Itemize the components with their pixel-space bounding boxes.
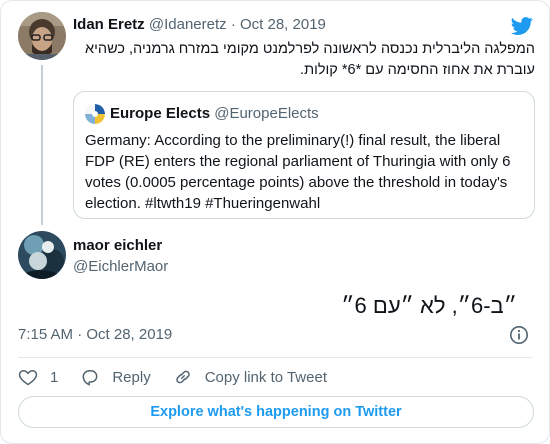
- author-avatar[interactable]: [18, 231, 66, 279]
- parent-tweet-text: המפלגה הליברלית נכנסה לראשונה לפרלמנט מק…: [85, 41, 535, 78]
- quoted-tweet[interactable]: Europe Elects @EuropeElects Germany: Acc…: [73, 91, 535, 219]
- parent-date[interactable]: Oct 28, 2019: [240, 16, 326, 33]
- parent-author-handle[interactable]: @Idaneretz: [149, 16, 227, 33]
- parent-avatar[interactable]: [18, 12, 66, 60]
- parent-avatar-image: [18, 12, 66, 60]
- parent-separator: ·: [230, 16, 236, 33]
- parent-header: Idan Eretz @Idaneretz · Oct 28, 2019: [73, 16, 326, 33]
- thread-line: [41, 65, 43, 225]
- author-name[interactable]: maor eichler: [73, 237, 162, 254]
- like-button[interactable]: 1: [18, 367, 58, 387]
- explore-button[interactable]: Explore what's happening on Twitter: [18, 396, 534, 428]
- tweet-text: ״ב-6״, לא ״עם 6״: [341, 293, 517, 318]
- parent-author-name[interactable]: Idan Eretz: [73, 16, 145, 33]
- link-icon: [175, 370, 190, 384]
- heart-icon: [18, 370, 38, 386]
- twitter-logo-icon[interactable]: [511, 15, 533, 37]
- reply-label: Reply: [112, 368, 151, 386]
- quoted-header: Europe Elects @EuropeElects: [110, 105, 319, 122]
- quoted-author-handle: @EuropeElects: [214, 105, 319, 122]
- reply-button[interactable]: Reply: [80, 367, 151, 387]
- author-handle[interactable]: @EichlerMaor: [73, 258, 168, 275]
- tweet-card: Idan Eretz @Idaneretz · Oct 28, 2019 המפ…: [0, 0, 550, 444]
- quoted-tweet-text: Germany: According to the preliminary(!)…: [85, 132, 511, 212]
- author-avatar-image: [18, 231, 66, 279]
- reply-icon: [82, 370, 98, 386]
- info-icon[interactable]: [509, 325, 529, 345]
- quoted-author-name: Europe Elects: [110, 105, 211, 122]
- copy-link-button[interactable]: Copy link to Tweet: [173, 367, 327, 387]
- tweet-actions: 1 Reply Copy link to Tweet: [18, 365, 349, 389]
- like-count: 1: [50, 368, 59, 386]
- divider: [18, 357, 532, 358]
- copy-link-label: Copy link to Tweet: [204, 368, 327, 386]
- quoted-avatar: [85, 104, 105, 124]
- tweet-timestamp[interactable]: 7:15 AM · Oct 28, 2019: [18, 326, 172, 343]
